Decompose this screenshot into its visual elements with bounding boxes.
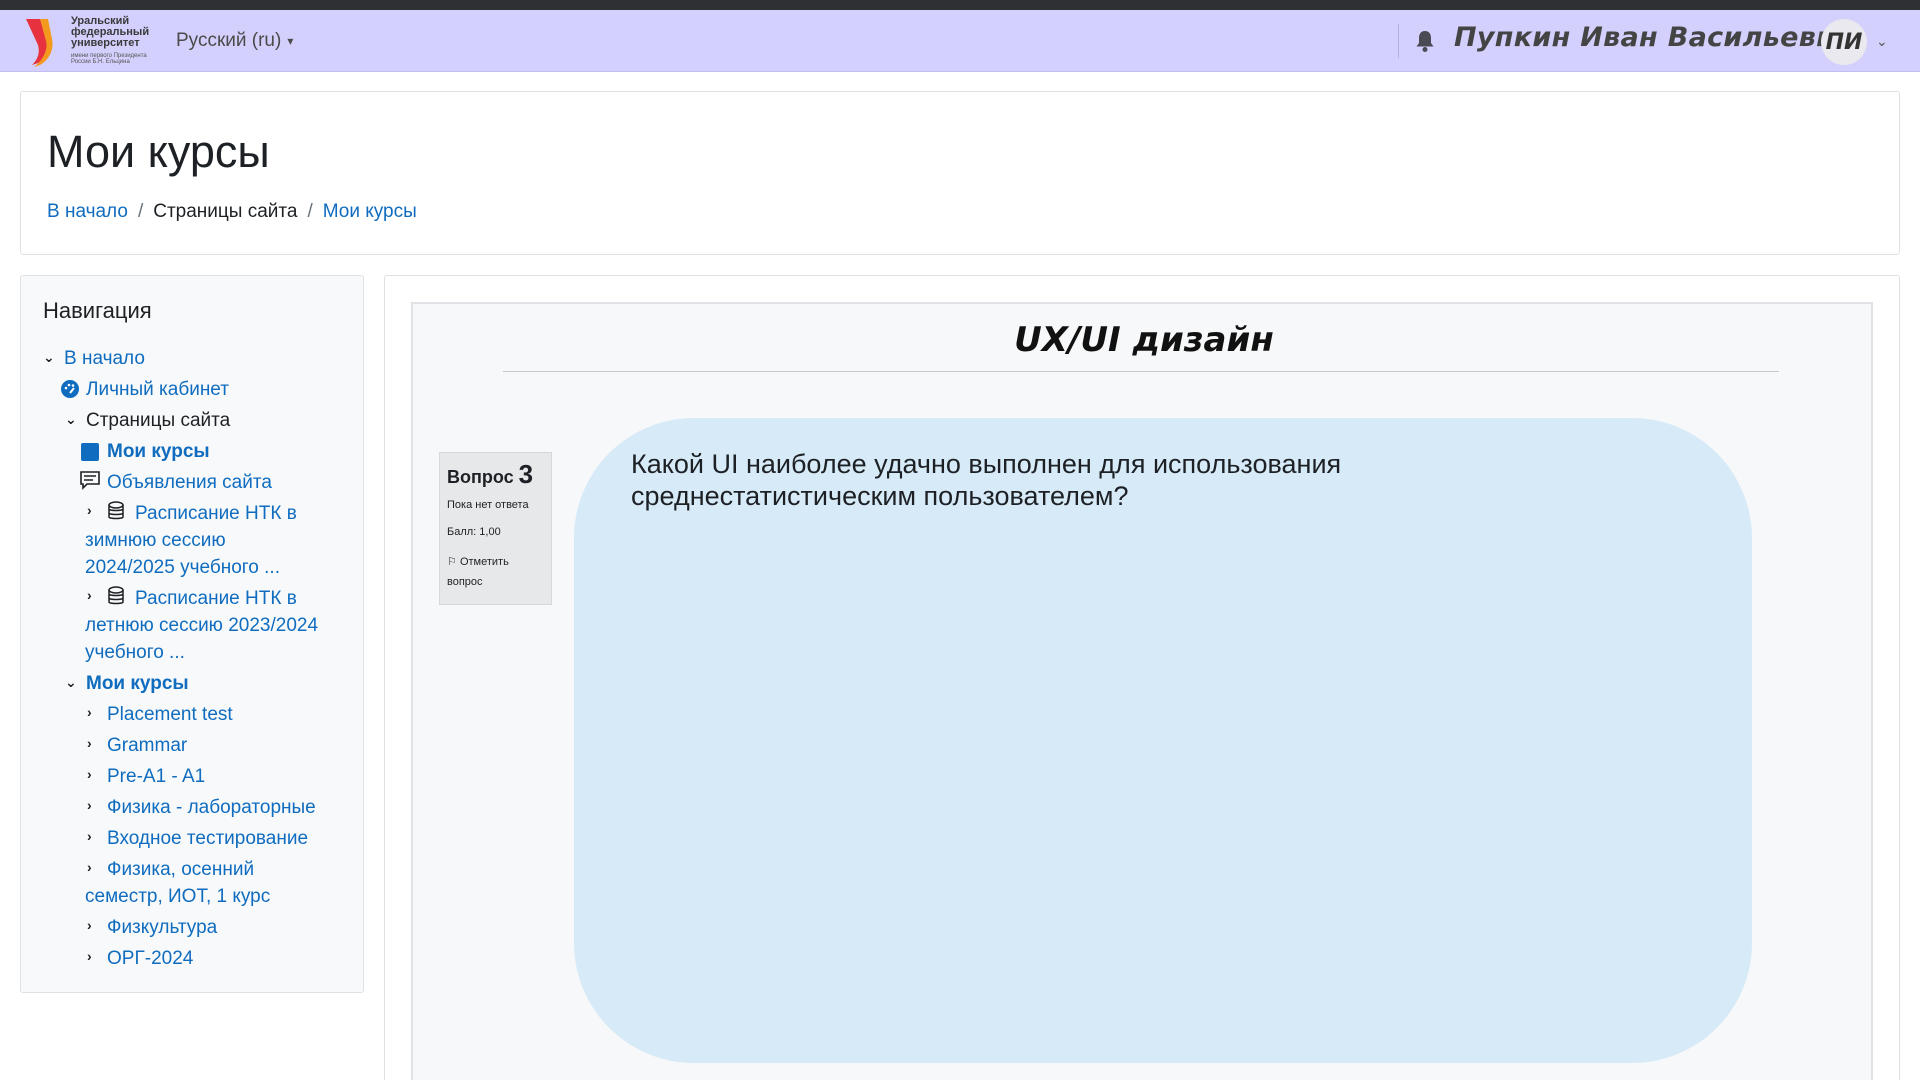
chevron-right-icon[interactable]: › [87, 828, 92, 844]
chevron-right-icon[interactable]: › [87, 797, 92, 813]
navigation-block: Навигация ⌄ В начало Личный кабинет ⌄ Ст… [20, 275, 364, 993]
language-menu[interactable]: Русский (ru) ▾ [176, 30, 293, 52]
nav-item-course[interactable]: Физкультура [107, 914, 217, 941]
breadcrumb-home[interactable]: В начало [47, 201, 128, 223]
courses-icon [81, 443, 99, 461]
breadcrumb: В начало / Страницы сайта / Мои курсы [47, 201, 417, 223]
nav-item-site-news[interactable]: Объявления сайта [107, 469, 272, 496]
nav-item-my-courses-page[interactable]: Мои курсы [107, 438, 210, 465]
dashboard-icon [61, 380, 79, 398]
breadcrumb-site-pages: Страницы сайта [153, 201, 298, 222]
nav-item-schedule-summer[interactable]: Расписание НТК в [135, 585, 297, 612]
university-logo[interactable]: Уральский федеральный университет имени … [22, 13, 157, 69]
question-number: Вопрос 3 [447, 459, 533, 490]
nav-item-schedule-summer-line2[interactable]: летнюю сессию 2023/2024 [85, 612, 318, 639]
language-label: Русский (ru) [176, 30, 282, 51]
top-navbar: Уральский федеральный университет имени … [0, 10, 1920, 72]
page-header: Мои курсы В начало / Страницы сайта / Мо… [20, 91, 1900, 255]
nav-item-course[interactable]: Pre-A1 - A1 [107, 763, 205, 790]
quiz-title: UX/UI дизайн [1014, 320, 1274, 360]
window-top-strip [0, 0, 1920, 10]
chevron-down-icon[interactable]: ⌄ [1876, 33, 1888, 50]
nav-item-schedule-winter[interactable]: Расписание НТК в [135, 500, 297, 527]
urfu-logo-icon [26, 19, 53, 67]
nav-item-course[interactable]: ОРГ-2024 [107, 945, 193, 972]
notification-bell-icon[interactable] [1413, 28, 1437, 54]
breadcrumb-separator: / [137, 201, 144, 222]
nav-item-course[interactable]: Placement test [107, 701, 233, 728]
page-title: Мои курсы [47, 126, 270, 177]
chevron-right-icon[interactable]: › [87, 859, 92, 875]
logo-subtitle: имени первого Президента России Б.Н. Ель… [71, 53, 147, 65]
chevron-right-icon[interactable]: › [87, 917, 92, 933]
navbar-divider [1398, 24, 1399, 58]
chevron-right-icon[interactable]: › [87, 735, 92, 751]
nav-item-course-line2[interactable]: семестр, ИОТ, 1 курс [85, 883, 270, 910]
nav-item-schedule-winter-line3[interactable]: 2024/2025 учебного ... [85, 554, 280, 581]
chevron-right-icon[interactable]: › [87, 766, 92, 782]
nav-item-site-pages[interactable]: Страницы сайта [86, 407, 230, 434]
nav-item-course[interactable]: Физика - лабораторные [107, 794, 316, 821]
question-number-value: 3 [518, 459, 534, 489]
database-icon [108, 501, 124, 520]
chevron-right-icon[interactable]: › [87, 704, 92, 720]
question-content: Какой UI наиболее удачно выполнен для ис… [574, 418, 1752, 1063]
chevron-right-icon[interactable]: › [87, 587, 92, 603]
flag-label: Отметить вопрос [447, 556, 509, 588]
database-icon [108, 586, 124, 605]
flag-icon: ⚐ [447, 556, 457, 568]
nav-item-schedule-summer-line3[interactable]: учебного ... [85, 639, 185, 666]
question-grade: Балл: 1,00 [447, 526, 501, 538]
question-text: Какой UI наиболее удачно выполнен для ис… [631, 449, 1342, 511]
nav-item-course[interactable]: Физика, осенний [107, 856, 254, 883]
nav-item-course[interactable]: Grammar [107, 732, 187, 759]
chevron-down-icon: ▾ [287, 34, 294, 48]
avatar[interactable]: ПИ [1821, 19, 1867, 65]
chevron-right-icon[interactable]: › [87, 502, 92, 518]
quiz-panel: UX/UI дизайн Вопрос 3 Пока нет ответа Ба… [411, 302, 1873, 1080]
user-name[interactable]: Пупкин Иван Васильевич [1454, 22, 1854, 53]
breadcrumb-separator: / [307, 201, 313, 222]
nav-item-my-courses[interactable]: Мои курсы [86, 670, 189, 697]
chevron-down-icon[interactable]: ⌄ [65, 411, 77, 428]
navigation-title: Навигация [43, 298, 152, 323]
nav-item-course[interactable]: Входное тестирование [107, 825, 308, 852]
flag-question-button[interactable]: ⚐ Отметить вопрос [447, 552, 547, 592]
title-divider [503, 371, 1779, 372]
chevron-down-icon[interactable]: ⌄ [43, 349, 55, 366]
question-label: Вопрос [447, 467, 514, 487]
chevron-right-icon[interactable]: › [87, 948, 92, 964]
forum-icon [80, 471, 100, 490]
nav-item-dashboard[interactable]: Личный кабинет [86, 376, 229, 403]
nav-item-schedule-winter-line2[interactable]: зимнюю сессию [85, 527, 226, 554]
question-info: Вопрос 3 Пока нет ответа Балл: 1,00 ⚐ От… [439, 452, 552, 605]
breadcrumb-my-courses[interactable]: Мои курсы [323, 201, 417, 223]
chevron-down-icon[interactable]: ⌄ [65, 674, 77, 691]
nav-item-home[interactable]: В начало [64, 345, 145, 372]
question-state: Пока нет ответа [447, 499, 529, 511]
logo-title: Уральский федеральный университет [71, 15, 150, 49]
